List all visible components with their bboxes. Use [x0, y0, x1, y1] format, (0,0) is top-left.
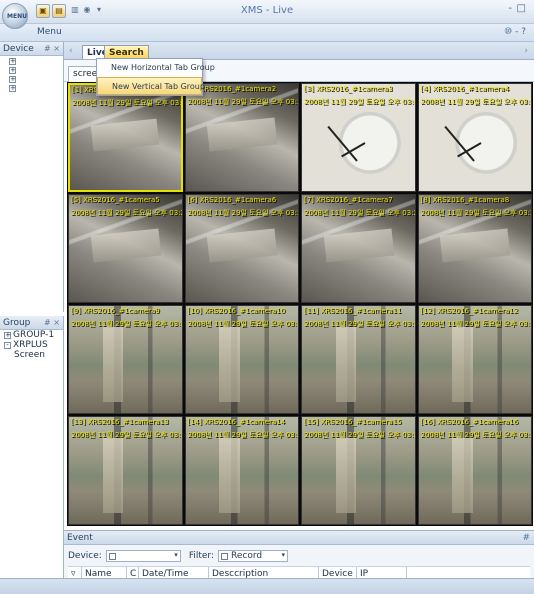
expand-icon[interactable]: + [4, 331, 11, 339]
minimize-button[interactable]: - [508, 3, 512, 14]
camera-view[interactable]: [12] XRS2016_#1camera12 2008년 11월 29일 토요일… [417, 305, 532, 414]
camera-timestamp: 2008년 11월 29일 토요일 오후 03:23:54 [420, 320, 532, 328]
camera-timestamp: 2008년 11월 29일 토요일 오후 03:23:54 [187, 431, 299, 439]
camera-view[interactable]: [7] XRS2016_#1camera7 2008년 11월 29일 토요일 오… [301, 194, 416, 303]
tree-expand-icon[interactable]: + [9, 85, 16, 92]
tab-scroll-left-icon[interactable]: ‹ [69, 46, 73, 56]
camera-view[interactable]: [8] XRS2016_#1camera8 2008년 11월 29일 토요일 오… [417, 194, 532, 303]
camera-timestamp: 2008년 11월 29일 토요일 오후 03:23:54 [187, 209, 299, 217]
collapse-icon[interactable]: - [4, 341, 11, 349]
camera-timestamp: 2008년 11월 29일 토요일 오후 03:23:54 [420, 431, 532, 439]
group-item-xrplus[interactable]: - XRPLUS [0, 340, 63, 350]
camera-view[interactable]: [1] XRS2016_#1camera12008년 11월 29일 토요일 오… [68, 83, 183, 192]
event-panel-title: Event [67, 533, 93, 543]
camera-name: [13] XRS2016_#1camera13 [71, 418, 169, 426]
status-bar [0, 578, 534, 594]
camera-name: [8] XRS2016_#1camera8 [420, 196, 510, 204]
camera-view[interactable]: [6] XRS2016_#1camera6 2008년 11월 29일 토요일 오… [184, 194, 299, 303]
camera-name: [4] XRS2016_#1camera4 [420, 85, 510, 93]
group-panel-header: Group # × [0, 316, 63, 330]
menu-item-new-horizontal-tab-group[interactable]: New Horizontal Tab Group [97, 59, 215, 77]
group-item-screen[interactable]: Screen [0, 350, 63, 360]
tree-expand-icon[interactable]: + [9, 58, 16, 65]
camera-timestamp: 2008년 11월 29일 토요일 오후 03:23:53 [71, 320, 182, 328]
camera-name: [10] XRS2016_#1camera10 [187, 307, 286, 315]
camera-view[interactable]: [5] XRS2016_#1camera5 2008년 11월 29일 토요일 오… [68, 194, 183, 303]
tab-scroll-right-icon[interactable]: › [524, 46, 528, 56]
camera-timestamp: 2008년 11월 29일 토요일 오후 03:23:51 [72, 99, 182, 107]
device-panel-header: Device # × [0, 42, 63, 56]
record-filter-combo[interactable]: Record ▾ [217, 550, 288, 562]
camera-name: [3] XRS2016_#1camera3 [304, 85, 393, 93]
app-menu-label: MENU [7, 13, 27, 20]
device-panel-controls[interactable]: # × [44, 42, 60, 56]
record-filter-checkbox[interactable] [220, 552, 228, 560]
camera-view[interactable]: [13] XRS2016_#1camera13 2008년 11월 29일 토요일… [68, 416, 183, 525]
group-item-label: Screen [14, 350, 45, 360]
camera-name: [14] XRS2016_#1camera14 [187, 418, 286, 426]
camera-view[interactable]: [11] XRS2016_#1camera11 2008년 11월 29일 토요일… [301, 305, 416, 414]
camera-view[interactable]: [3] XRS2016_#1camera3 2008년 11월 29일 토요일 오… [301, 83, 416, 192]
camera-video-grid: [1] XRS2016_#1camera12008년 11월 29일 토요일 오… [67, 82, 533, 526]
chevron-down-icon[interactable]: ▾ [174, 551, 178, 559]
tree-expand-icon[interactable]: + [9, 67, 16, 74]
group-item-label: XRPLUS [13, 340, 48, 350]
device-filter-checkbox[interactable] [108, 552, 116, 560]
camera-timestamp: 2008년 11월 29일 토요일 오후 03:23:53 [71, 431, 182, 439]
camera-name: [9] XRS2016_#1camera9 [71, 307, 160, 315]
camera-view[interactable]: [2] XRS2016_#1camera2 2008년 11월 29일 토요일 오… [184, 83, 299, 192]
camera-view[interactable]: [10] XRS2016_#1camera10 2008년 11월 29일 토요일… [184, 305, 299, 414]
window-title: XMS - Live [240, 5, 294, 16]
event-panel-pin-icon[interactable]: # [522, 531, 530, 545]
camera-timestamp: 2008년 11월 29일 토요일 오후 03:23:53 [304, 98, 415, 106]
camera-view[interactable]: [9] XRS2016_#1camera9 2008년 11월 29일 토요일 오… [68, 305, 183, 414]
chevron-down-icon[interactable]: ▾ [281, 551, 285, 559]
ribbon-bar: Menu ⑩ - ? [0, 24, 534, 42]
device-panel: Device # × + + + + [0, 42, 64, 312]
camera-view[interactable]: [16] XRS2016_#1camera16 2008년 11월 29일 토요일… [417, 416, 532, 525]
camera-timestamp: 2008년 11월 29일 토요일 오후 03:23:53 [420, 98, 532, 106]
camera-name: [12] XRS2016_#1camera12 [420, 307, 519, 315]
camera-name: [16] XRS2016_#1camera16 [420, 418, 519, 426]
group-panel-controls[interactable]: # × [44, 316, 60, 330]
ribbon-help-tools[interactable]: ⑩ - ? [504, 27, 526, 37]
restore-button[interactable]: □ [517, 3, 526, 14]
camera-view[interactable]: [14] XRS2016_#1camera14 2008년 11월 29일 토요일… [184, 416, 299, 525]
camera-name: [6] XRS2016_#1camera6 [187, 196, 277, 204]
camera-timestamp: 2008년 11월 29일 토요일 오후 03:23:54 [420, 209, 532, 217]
camera-timestamp: 2008년 11월 29일 토요일 오후 03:23:53 [187, 320, 299, 328]
app-menu-button[interactable]: MENU [2, 3, 28, 29]
filter-label: Filter: [188, 551, 214, 561]
camera-view[interactable]: [4] XRS2016_#1camera4 2008년 11월 29일 토요일 오… [417, 83, 532, 192]
event-filter-row: Device: ▾ Filter: Record ▾ [68, 549, 530, 563]
camera-name: [7] XRS2016_#1camera7 [304, 196, 393, 204]
event-panel: Event # Device: ▾ Filter: Record ▾ ▿ Nam… [64, 530, 534, 582]
camera-timestamp: 2008년 11월 29일 토요일 오후 03:23:54 [71, 209, 182, 217]
title-bar: MENU ▣ ▤ ▥ ◉ ▾ XMS - Live - □ [0, 0, 534, 29]
camera-view[interactable]: [15] XRS2016_#1camera15 2008년 11월 29일 토요일… [301, 416, 416, 525]
tab-search[interactable]: Search [104, 45, 149, 59]
group-item-label: GROUP-1 [13, 330, 55, 340]
camera-name: [5] XRS2016_#1camera5 [71, 196, 160, 204]
device-panel-title: Device [3, 44, 34, 54]
group-panel-title: Group [3, 318, 31, 328]
group-panel: Group # × + GROUP-1 - XRPLUS Screen [0, 316, 64, 594]
camera-name: [15] XRS2016_#1camera15 [304, 418, 402, 426]
record-filter-value: Record [230, 551, 263, 561]
event-panel-header: Event # [64, 531, 534, 545]
camera-timestamp: 2008년 11월 29일 토요일 오후 03:23:53 [304, 320, 415, 328]
device-filter-combo[interactable]: ▾ [105, 550, 181, 562]
camera-timestamp: 2008년 11월 29일 토요일 오후 03:23:53 [187, 98, 299, 106]
tree-expand-icon[interactable]: + [9, 76, 16, 83]
group-item-group-1[interactable]: + GROUP-1 [0, 330, 63, 340]
camera-timestamp: 2008년 11월 29일 토요일 오후 03:23:53 [304, 431, 415, 439]
menu-label[interactable]: Menu [37, 27, 62, 37]
tab-group-context-menu: New Horizontal Tab Group New Vertical Ta… [96, 58, 215, 96]
menu-item-new-vertical-tab-group[interactable]: New Vertical Tab Group [97, 77, 205, 95]
camera-timestamp: 2008년 11월 29일 토요일 오후 03:23:54 [304, 209, 415, 217]
camera-name: [11] XRS2016_#1camera11 [304, 307, 402, 315]
device-filter-label: Device: [68, 551, 102, 561]
